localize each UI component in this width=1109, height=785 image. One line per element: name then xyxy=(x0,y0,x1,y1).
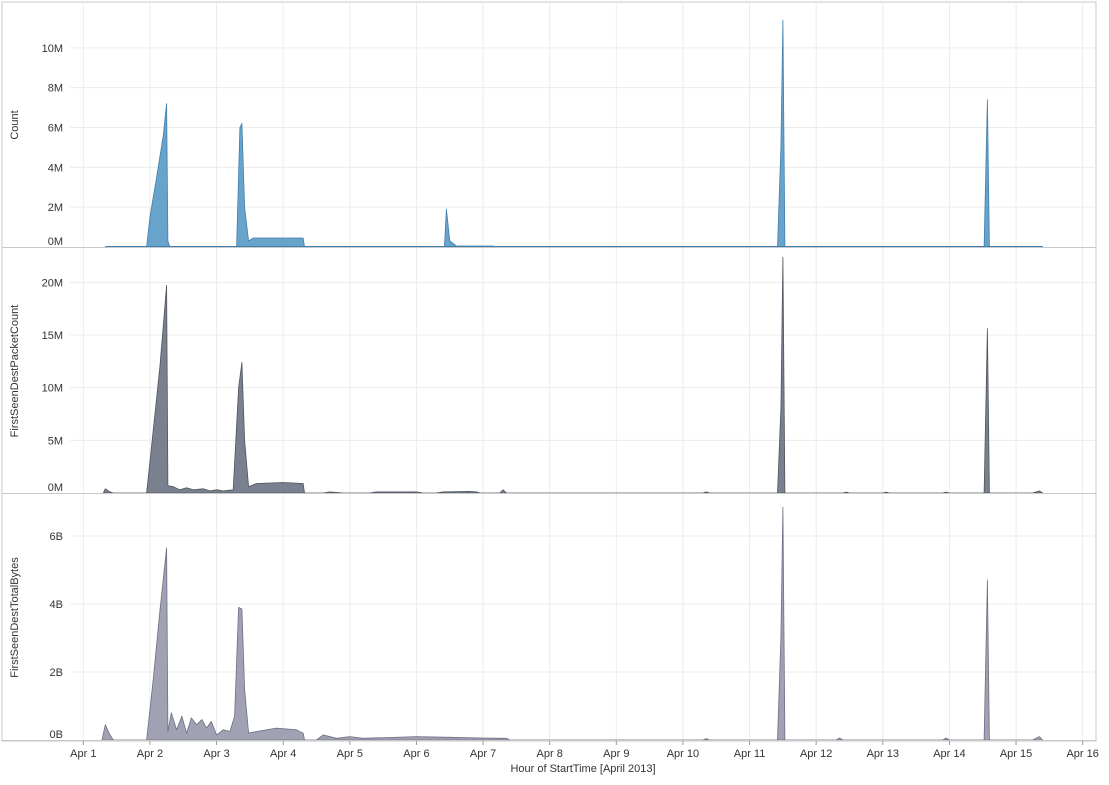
x-tick-label: Apr 7 xyxy=(470,748,496,760)
x-tick-label: Apr 1 xyxy=(70,748,96,760)
y-tick-label: 0M xyxy=(48,236,63,248)
x-tick-label: Apr 8 xyxy=(537,748,563,760)
y-tick-label: 0M xyxy=(48,482,63,494)
x-tick-label: Apr 10 xyxy=(667,748,699,760)
y-tick-label: 0B xyxy=(50,729,63,741)
y-axis-title: FirstSeenDestTotalBytes xyxy=(9,557,21,678)
y-axis-title: FirstSeenDestPacketCount xyxy=(9,305,21,438)
y-tick-label: 20M xyxy=(42,277,63,289)
x-tick-label: Apr 3 xyxy=(203,748,229,760)
y-tick-label: 15M xyxy=(42,330,63,342)
y-tick-label: 5M xyxy=(48,435,63,447)
x-tick-label: Apr 16 xyxy=(1066,748,1098,760)
y-tick-label: 2B xyxy=(50,667,63,679)
x-tick-label: Apr 4 xyxy=(270,748,296,760)
y-tick-label: 8M xyxy=(48,83,63,95)
x-tick-label: Apr 2 xyxy=(137,748,163,760)
x-tick-label: Apr 12 xyxy=(800,748,832,760)
y-tick-label: 10M xyxy=(42,383,63,395)
x-tick-label: Apr 6 xyxy=(403,748,429,760)
y-tick-label: 6B xyxy=(50,531,63,543)
y-tick-label: 10M xyxy=(42,43,63,55)
x-tick-label: Apr 14 xyxy=(933,748,965,760)
x-axis-title: Hour of StartTime [April 2013] xyxy=(510,763,655,775)
x-tick-label: Apr 13 xyxy=(867,748,899,760)
y-tick-label: 4M xyxy=(48,162,63,174)
x-tick-label: Apr 5 xyxy=(337,748,363,760)
chart-container: 0M 2M 4M 6M 8M 10M Count 0M 5M 10M 15M 20M FirstSeen… xyxy=(0,0,1109,780)
y-tick-label: 2M xyxy=(48,202,63,214)
x-tick-label: Apr 15 xyxy=(1000,748,1032,760)
y-axis-title: Count xyxy=(9,110,21,139)
y-tick-label: 4B xyxy=(50,599,63,611)
x-tick-label: Apr 9 xyxy=(603,748,629,760)
x-tick-label: Apr 11 xyxy=(734,748,766,760)
chart-svg: 0M 2M 4M 6M 8M 10M Count 0M 5M 10M 15M 20M FirstSeen… xyxy=(1,1,1099,775)
y-tick-label: 6M xyxy=(48,123,63,135)
